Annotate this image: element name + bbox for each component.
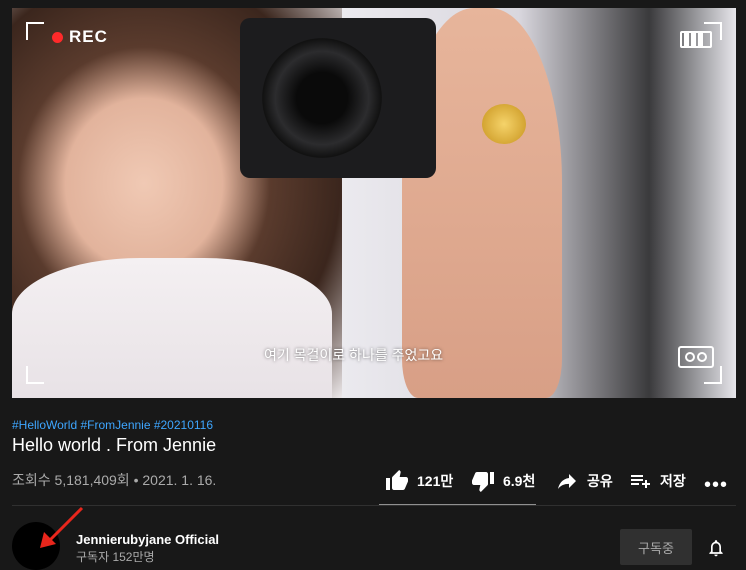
share-label: 공유 [587,473,613,489]
dislike-button[interactable]: 6.9천 [471,469,535,493]
like-button[interactable]: 121만 [385,469,453,493]
frame-corner-bottom-left [26,366,44,384]
battery-icon [680,31,712,48]
subscribe-button[interactable]: 구독중 [620,529,692,565]
hashtags[interactable]: #HelloWorld #FromJennie #20210116 [12,418,213,432]
video-lens [262,38,382,158]
like-count: 121만 [417,473,454,489]
video-title: Hello world . From Jennie [12,435,217,455]
section-divider [12,505,736,506]
rec-dot-icon [52,31,63,43]
frame-corner-top-left [26,22,44,40]
video-player[interactable]: REC 여기 목걸이로 하나를 주었고요 [12,8,736,398]
rec-indicator: REC [52,27,108,47]
video-subtitle: 여기 목걸이로 하나를 주었고요 [264,347,444,363]
channel-name[interactable]: Jennierubyjane Official [76,532,219,547]
share-button[interactable]: 공유 [555,469,613,493]
save-button[interactable]: 저장 [628,469,686,493]
save-label: 저장 [660,473,686,489]
rec-label: REC [69,27,108,46]
thumbs-down-icon [472,472,494,492]
bell-icon[interactable] [706,537,726,559]
share-icon [558,474,576,489]
dislike-count: 6.9천 [503,473,536,489]
thumbs-up-icon [386,470,408,490]
cassette-icon [678,346,714,368]
video-ring [482,104,526,144]
subscriber-count: 구독자 152만명 [76,550,155,564]
video-meta: 조회수 5,181,409회 • 2021. 1. 16. [12,472,217,488]
more-actions-button[interactable]: ••• [704,474,728,497]
video-shirt [12,258,332,398]
playlist-add-icon [631,475,650,488]
